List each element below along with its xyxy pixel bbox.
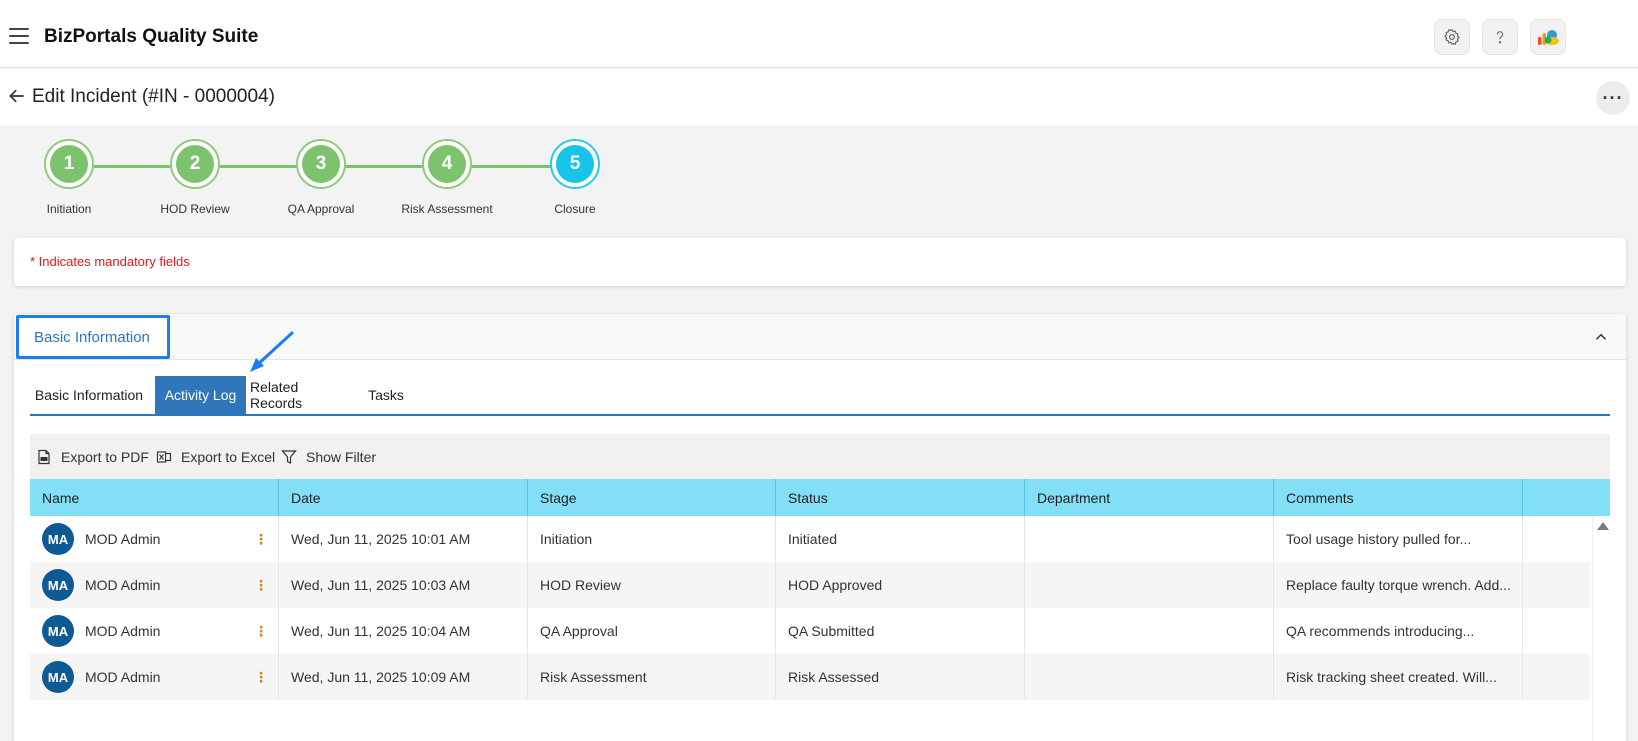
app-title: BizPortals Quality Suite xyxy=(44,26,259,47)
more-options-button[interactable]: ··· xyxy=(1596,81,1630,115)
department-cell xyxy=(1025,516,1274,562)
table-row[interactable]: MA MOD Admin ⋮ Wed, Jun 11, 2025 10:09 A… xyxy=(30,654,1590,700)
ellipsis-icon: ··· xyxy=(1602,87,1624,108)
export-pdf-button[interactable]: Export to PDF xyxy=(36,434,149,479)
mandatory-note-card: * Indicates mandatory fields xyxy=(14,238,1626,286)
column-header-stage[interactable]: Stage xyxy=(528,479,776,516)
name-cell: MA MOD Admin ⋮ xyxy=(30,516,279,562)
help-button[interactable] xyxy=(1482,19,1518,55)
grid-scrollbar[interactable] xyxy=(1592,516,1610,741)
step-initiation[interactable]: 1 Initiation xyxy=(9,139,129,216)
tab-tasks[interactable]: Tasks xyxy=(364,376,408,414)
tab-basic-information[interactable]: Basic Information xyxy=(30,376,148,414)
status-cell: Risk Assessed xyxy=(776,654,1025,700)
export-excel-button[interactable]: Export to Excel xyxy=(156,434,275,479)
avatar: MA xyxy=(42,615,74,647)
filter-icon xyxy=(281,449,297,464)
basic-information-panel: Basic Information Basic Information Acti… xyxy=(14,314,1626,741)
row-menu-icon[interactable]: ⋮ xyxy=(254,576,268,594)
department-cell xyxy=(1025,654,1274,700)
top-bar: BizPortals Quality Suite xyxy=(0,0,1638,68)
department-cell xyxy=(1025,562,1274,608)
date-cell: Wed, Jun 11, 2025 10:09 AM xyxy=(279,654,528,700)
status-cell: QA Submitted xyxy=(776,608,1025,654)
table-row[interactable]: MA MOD Admin ⋮ Wed, Jun 11, 2025 10:04 A… xyxy=(30,608,1590,654)
step-label: Risk Assessment xyxy=(401,202,493,216)
user-name: MOD Admin xyxy=(85,669,161,685)
grid-header: Name Date Stage Status Department Commen… xyxy=(30,479,1610,516)
tab-related-records[interactable]: Related Records xyxy=(250,376,352,414)
column-header-name[interactable]: Name xyxy=(30,479,279,516)
name-cell: MA MOD Admin ⋮ xyxy=(30,562,279,608)
table-row[interactable]: MA MOD Admin ⋮ Wed, Jun 11, 2025 10:01 A… xyxy=(30,516,1590,562)
status-cell: HOD Approved xyxy=(776,562,1025,608)
comments-cell: Replace faulty torque wrench. Add... xyxy=(1274,562,1523,608)
column-header-date[interactable]: Date xyxy=(279,479,528,516)
grid-body: MA MOD Admin ⋮ Wed, Jun 11, 2025 10:01 A… xyxy=(30,516,1610,741)
hamburger-icon[interactable] xyxy=(9,28,29,44)
department-cell xyxy=(1025,608,1274,654)
tab-bar: Basic Information Activity Log Related R… xyxy=(30,376,1610,416)
settings-button[interactable] xyxy=(1434,19,1470,55)
help-icon xyxy=(1496,31,1504,44)
stage-cell: Initiation xyxy=(528,516,776,562)
name-cell: MA MOD Admin ⋮ xyxy=(30,608,279,654)
page-header: Edit Incident (#IN - 0000004) ··· xyxy=(0,69,1638,125)
gear-icon xyxy=(1444,29,1460,45)
mandatory-note: * Indicates mandatory fields xyxy=(30,254,190,269)
chevron-up-icon[interactable] xyxy=(1592,328,1610,346)
app-launcher-button[interactable] xyxy=(1530,19,1566,55)
column-header-status[interactable]: Status xyxy=(776,479,1025,516)
step-risk-assessment[interactable]: 4 Risk Assessment xyxy=(387,139,507,216)
date-cell: Wed, Jun 11, 2025 10:04 AM xyxy=(279,608,528,654)
workflow-stepper: 1 Initiation 2 HOD Review 3 QA Approval … xyxy=(0,125,1638,225)
step-closure[interactable]: 5 Closure xyxy=(515,139,635,216)
date-cell: Wed, Jun 11, 2025 10:01 AM xyxy=(279,516,528,562)
page-title: Edit Incident (#IN - 0000004) xyxy=(32,86,275,107)
row-menu-icon[interactable]: ⋮ xyxy=(254,668,268,686)
status-cell: Initiated xyxy=(776,516,1025,562)
scroll-up-icon[interactable] xyxy=(1597,522,1609,530)
name-cell: MA MOD Admin ⋮ xyxy=(30,654,279,700)
comments-cell: Risk tracking sheet created. Will... xyxy=(1274,654,1523,700)
user-name: MOD Admin xyxy=(85,577,161,593)
step-label: QA Approval xyxy=(287,202,355,216)
pdf-file-icon xyxy=(38,449,50,464)
excel-file-icon xyxy=(156,450,172,463)
step-label: Initiation xyxy=(46,202,92,216)
user-name: MOD Admin xyxy=(85,623,161,639)
date-cell: Wed, Jun 11, 2025 10:03 AM xyxy=(279,562,528,608)
panel-header[interactable]: Basic Information xyxy=(14,314,1626,360)
show-filter-label: Show Filter xyxy=(306,448,377,465)
step-qa-approval[interactable]: 3 QA Approval xyxy=(261,139,381,216)
column-header-department[interactable]: Department xyxy=(1025,479,1274,516)
section-title[interactable]: Basic Information xyxy=(16,315,170,359)
grid-toolbar: Export to PDF Export to Excel Show Filte… xyxy=(30,434,1610,479)
stage-cell: QA Approval xyxy=(528,608,776,654)
avatar: MA xyxy=(42,523,74,555)
tab-activity-log[interactable]: Activity Log xyxy=(155,376,246,414)
avatar: MA xyxy=(42,661,74,693)
table-row[interactable]: MA MOD Admin ⋮ Wed, Jun 11, 2025 10:03 A… xyxy=(30,562,1590,608)
step-label: HOD Review xyxy=(160,202,230,216)
avatar: MA xyxy=(42,569,74,601)
user-name: MOD Admin xyxy=(85,531,161,547)
row-menu-icon[interactable]: ⋮ xyxy=(254,530,268,548)
comments-cell: QA recommends introducing... xyxy=(1274,608,1523,654)
export-excel-label: Export to Excel xyxy=(181,448,276,465)
arrow-left-icon[interactable] xyxy=(7,86,27,106)
export-pdf-label: Export to PDF xyxy=(61,448,149,465)
cloud-logo-icon xyxy=(1538,30,1559,45)
step-label: Closure xyxy=(554,202,596,216)
show-filter-button[interactable]: Show Filter xyxy=(281,434,376,479)
row-menu-icon[interactable]: ⋮ xyxy=(254,622,268,640)
step-hod-review[interactable]: 2 HOD Review xyxy=(135,139,255,216)
comments-cell: Tool usage history pulled for... xyxy=(1274,516,1523,562)
column-header-comments[interactable]: Comments xyxy=(1274,479,1523,516)
stage-cell: HOD Review xyxy=(528,562,776,608)
stage-cell: Risk Assessment xyxy=(528,654,776,700)
